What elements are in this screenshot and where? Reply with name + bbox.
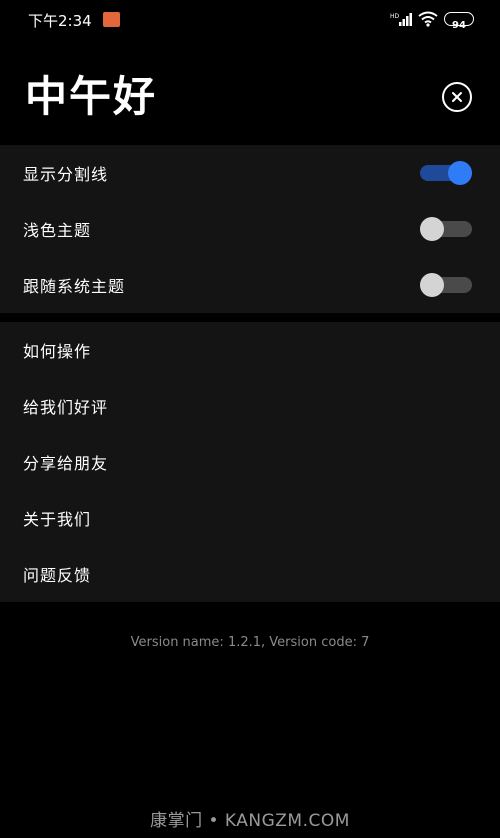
menu-item-label: 分享给朋友 xyxy=(23,454,109,473)
wifi-icon xyxy=(418,11,438,27)
signal-icon: HD xyxy=(390,13,412,26)
toggle-knob xyxy=(420,217,444,241)
greeting-title: 中午好 xyxy=(25,72,158,121)
setting-label: 浅色主题 xyxy=(23,221,92,240)
menu-item-rate-us[interactable]: 给我们好评 xyxy=(0,378,500,434)
setting-row-show-divider[interactable]: 显示分割线 xyxy=(0,145,500,201)
menu-item-share[interactable]: 分享给朋友 xyxy=(0,434,500,490)
light-theme-toggle[interactable] xyxy=(420,217,472,241)
menu-item-label: 给我们好评 xyxy=(23,398,109,417)
show-divider-toggle[interactable] xyxy=(420,161,472,185)
settings-screen: 下午2:34 HD 94 中午好 显示分割线 浅色主题 跟随系统主题 如何操作 … xyxy=(0,0,500,838)
svg-text:HD: HD xyxy=(390,13,400,20)
menu-links-section: 如何操作 给我们好评 分享给朋友 关于我们 问题反馈 xyxy=(0,322,500,602)
toggle-knob xyxy=(420,273,444,297)
setting-row-light-theme[interactable]: 浅色主题 xyxy=(0,201,500,257)
setting-label: 跟随系统主题 xyxy=(23,277,126,296)
follow-system-theme-toggle[interactable] xyxy=(420,273,472,297)
battery-level: 94 xyxy=(452,20,466,31)
menu-item-feedback[interactable]: 问题反馈 xyxy=(0,546,500,602)
menu-item-about-us[interactable]: 关于我们 xyxy=(0,490,500,546)
watermark: 康掌门 • KANGZM.COM xyxy=(150,811,350,831)
menu-item-how-to-use[interactable]: 如何操作 xyxy=(0,322,500,378)
menu-item-label: 关于我们 xyxy=(23,510,92,529)
close-button[interactable] xyxy=(442,82,472,112)
menu-item-label: 如何操作 xyxy=(23,342,92,361)
status-time: 下午2:34 xyxy=(28,12,92,30)
close-circle-icon xyxy=(452,92,462,102)
version-info: Version name: 1.2.1, Version code: 7 xyxy=(130,635,370,650)
toggle-knob xyxy=(448,161,472,185)
toggle-settings-section: 显示分割线 浅色主题 跟随系统主题 xyxy=(0,145,500,313)
setting-row-follow-system-theme[interactable]: 跟随系统主题 xyxy=(0,257,500,313)
battery-icon: 94 xyxy=(444,12,474,31)
menu-item-label: 问题反馈 xyxy=(23,566,92,585)
setting-label: 显示分割线 xyxy=(23,165,109,184)
status-bar: 下午2:34 HD 94 xyxy=(0,0,500,40)
app-notification-icon xyxy=(103,12,120,27)
status-icons: HD 94 xyxy=(390,10,474,31)
